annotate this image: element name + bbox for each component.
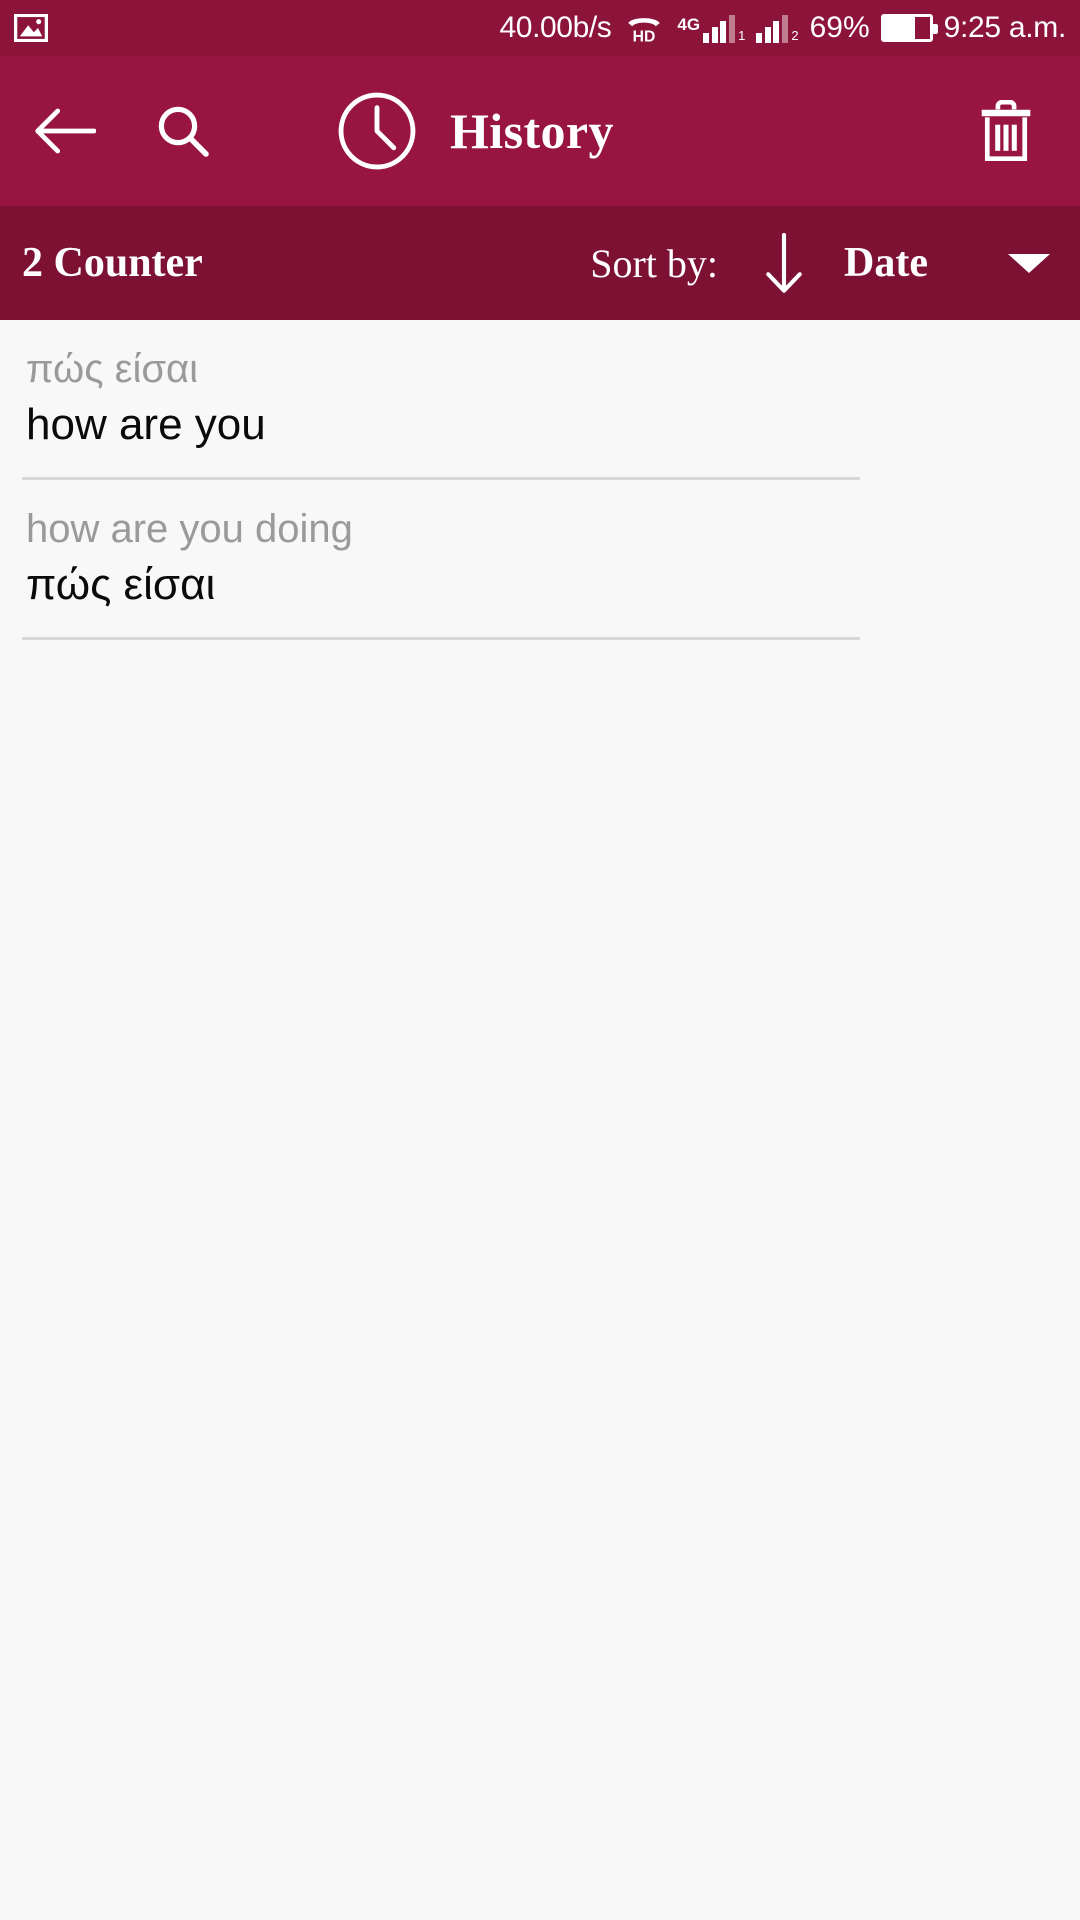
search-button[interactable] [140, 88, 226, 174]
history-counter-label: 2 Counter [22, 240, 203, 286]
sort-value-label[interactable]: Date [844, 239, 928, 287]
list-divider [22, 637, 860, 641]
chevron-down-icon[interactable] [1008, 253, 1050, 273]
network-speed-label: 40.00b/s [499, 11, 612, 44]
hd-call-icon: HD [622, 13, 666, 46]
delete-history-button[interactable] [966, 88, 1046, 174]
history-translation-text: how are you [26, 400, 266, 450]
sim1-signal-icon: 1 [703, 13, 745, 43]
sim1-index-label: 1 [738, 28, 746, 43]
history-translation-text: πώς είσαι [26, 560, 216, 610]
status-bar: 40.00b/s HD 4G 1 2 69% 9:25 a.m. [0, 0, 1080, 56]
clock-icon [336, 90, 418, 172]
network-type-label: 4G [677, 15, 701, 34]
list-item[interactable]: πώς είσαι how are you [0, 320, 1080, 481]
sort-by-label: Sort by: [590, 240, 719, 286]
history-source-text: how are you doing [26, 507, 353, 552]
image-icon [13, 13, 49, 43]
battery-percent-label: 69% [809, 11, 870, 44]
sort-bar: 2 Counter Sort by: Date [0, 206, 1080, 320]
page-title: History [450, 103, 614, 159]
back-button[interactable] [22, 88, 108, 174]
sim2-signal-icon: 2 [756, 13, 799, 43]
svg-text:HD: HD [633, 29, 656, 43]
list-item[interactable]: how are you doing πώς είσαι [0, 480, 1080, 641]
arrow-down-icon[interactable] [758, 232, 810, 293]
status-right-group: 40.00b/s HD 4G 1 2 69% 9:25 a.m. [499, 11, 1067, 46]
sim2-index-label: 2 [791, 28, 799, 43]
sort-control-group[interactable]: Sort by: Date [590, 232, 1050, 293]
app-bar: History [0, 56, 1080, 206]
history-list: πώς είσαι how are you how are you doing … [0, 320, 1080, 1920]
status-left-group [13, 13, 49, 43]
history-source-text: πώς είσαι [26, 347, 199, 391]
battery-icon [880, 14, 938, 42]
status-time-label: 9:25 a.m. [943, 11, 1067, 44]
app-title-group: History [336, 90, 614, 172]
